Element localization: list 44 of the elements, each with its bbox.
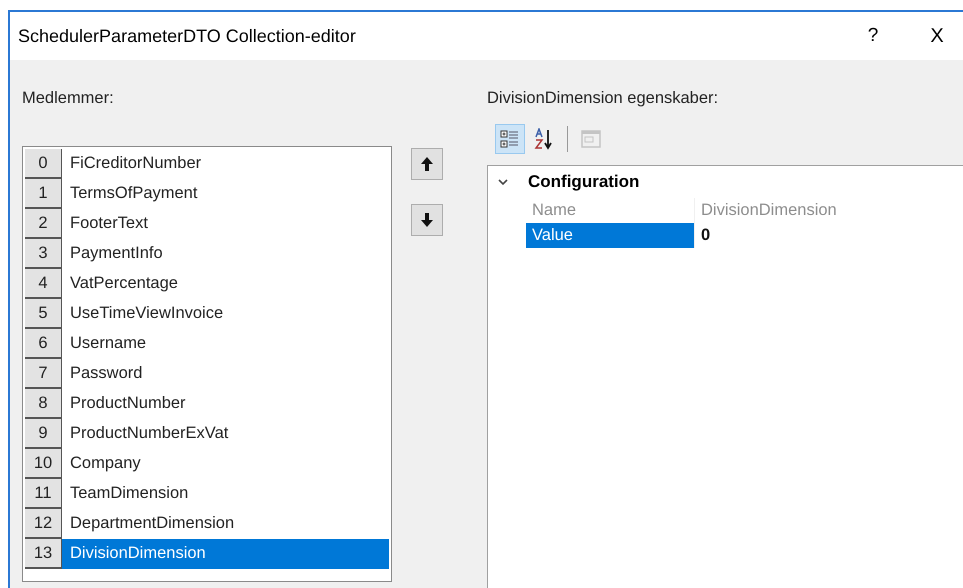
index-cell: 8 xyxy=(25,389,62,419)
index-cell: 4 xyxy=(25,269,62,299)
index-cell: 1 xyxy=(25,179,62,209)
member-item[interactable]: ProductNumber xyxy=(62,389,389,419)
property-value[interactable]: 0 xyxy=(694,223,963,248)
index-cell: 0 xyxy=(25,149,62,179)
index-cell: 9 xyxy=(25,419,62,449)
members-list[interactable] xyxy=(22,146,392,582)
member-item[interactable]: UseTimeViewInvoice xyxy=(62,299,389,329)
member-item[interactable]: VatPercentage xyxy=(62,269,389,299)
move-up-button[interactable] xyxy=(411,148,443,180)
property-name[interactable]: Value xyxy=(526,223,694,248)
index-cell: 11 xyxy=(25,479,62,509)
member-item[interactable]: Password xyxy=(62,359,389,389)
member-item[interactable]: Username xyxy=(62,329,389,359)
category-heading: Configuration xyxy=(528,171,640,194)
window-icon xyxy=(581,130,601,148)
member-item[interactable]: TeamDimension xyxy=(62,479,389,509)
close-button[interactable]: X xyxy=(917,21,957,51)
index-cell: 13 xyxy=(25,539,62,569)
index-cell: 5 xyxy=(25,299,62,329)
help-button[interactable]: ? xyxy=(853,22,893,50)
up-arrow-icon xyxy=(421,157,433,171)
index-cell: 2 xyxy=(25,209,62,239)
member-item[interactable]: ProductNumberExVat xyxy=(62,419,389,449)
member-item[interactable]: FiCreditorNumber xyxy=(62,149,389,179)
categorized-list-icon xyxy=(500,129,520,149)
member-item[interactable]: PaymentInfo xyxy=(62,239,389,269)
index-cell: 3 xyxy=(25,239,62,269)
categorized-button[interactable] xyxy=(495,124,525,154)
window-title: SchedulerParameterDTO Collection-editor xyxy=(18,24,357,48)
index-cell: 12 xyxy=(25,509,62,539)
member-item[interactable]: Company xyxy=(62,449,389,479)
member-item[interactable]: DepartmentDimension xyxy=(62,509,389,539)
member-item[interactable]: TermsOfPayment xyxy=(62,179,389,209)
index-cell: 10 xyxy=(25,449,62,479)
members-label: Medlemmer: xyxy=(22,88,115,109)
member-item[interactable]: FooterText xyxy=(62,209,389,239)
move-down-button[interactable] xyxy=(411,204,443,236)
index-cell: 6 xyxy=(25,329,62,359)
index-cell: 7 xyxy=(25,359,62,389)
member-item[interactable]: DivisionDimension xyxy=(62,539,389,569)
down-arrow-icon xyxy=(421,213,433,227)
properties-label: DivisionDimension egenskaber: xyxy=(487,88,720,109)
